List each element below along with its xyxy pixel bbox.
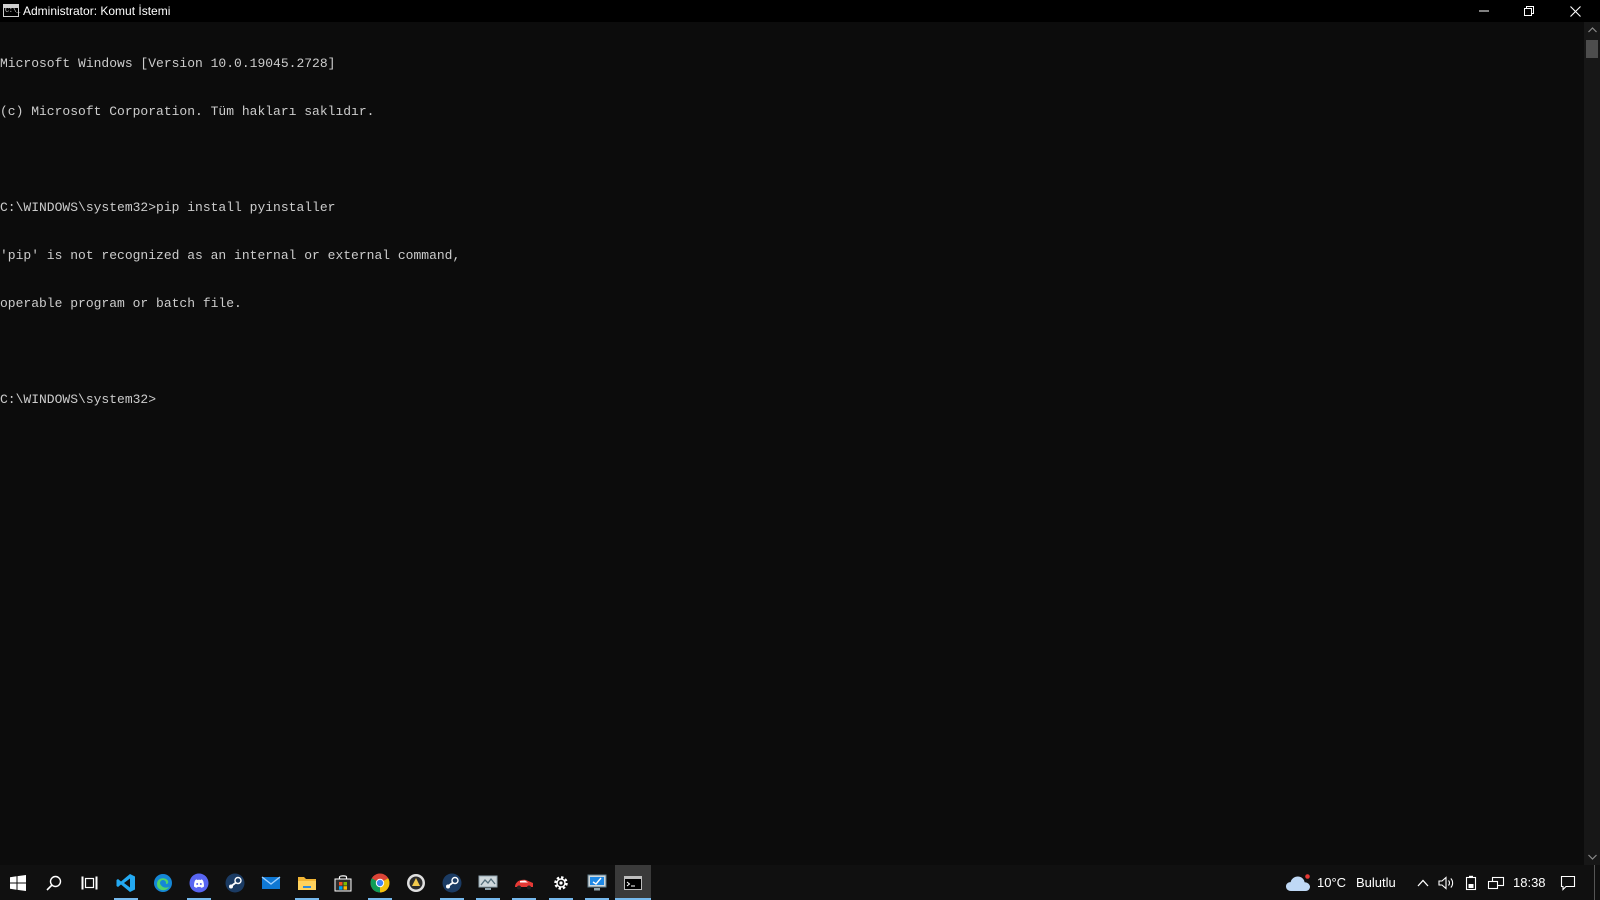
action-center-button[interactable] (1556, 865, 1580, 900)
console-line: (c) Microsoft Corporation. Tüm hakları s… (0, 104, 375, 119)
taskbar-app-racing-game[interactable] (506, 865, 542, 900)
taskbar-app-chrome[interactable] (362, 865, 398, 900)
vscode-icon (116, 873, 135, 892)
windows-start-icon (10, 874, 26, 891)
file-explorer-icon (298, 876, 316, 890)
mail-icon (261, 875, 281, 889)
taskbar-app-remote-desktop[interactable] (579, 865, 615, 900)
cloud-icon (1286, 873, 1310, 891)
taskbar-app-cmd[interactable] (615, 865, 651, 900)
search-icon (46, 875, 62, 891)
command-prompt-line[interactable]: C:\WINDOWS\system32> (0, 392, 460, 408)
game-launcher-icon (407, 873, 425, 892)
notification-icon (1560, 875, 1576, 891)
scroll-up-button[interactable] (1584, 22, 1600, 38)
weather-temperature[interactable]: 10°C (1317, 865, 1346, 900)
restore-icon (1524, 6, 1534, 16)
taskbar-app-steam[interactable] (217, 865, 253, 900)
window-title: Administrator: Komut İstemi (23, 4, 171, 18)
restore-button[interactable] (1506, 0, 1552, 22)
close-button[interactable] (1552, 0, 1598, 22)
network-monitor-icon (478, 875, 498, 890)
weather-condition[interactable]: Bulutlu (1356, 865, 1396, 900)
start-button[interactable] (0, 865, 36, 900)
cmd-icon: C:\_ (3, 4, 20, 17)
chevron-down-icon (1587, 854, 1597, 860)
network-button[interactable] (1485, 865, 1507, 900)
taskbar-app-network-monitor[interactable] (470, 865, 506, 900)
chevron-up-icon (1417, 879, 1429, 886)
show-desktop-button[interactable] (1594, 865, 1595, 900)
taskbar-app-store[interactable] (325, 865, 361, 900)
taskbar-app-steam-running[interactable] (434, 865, 470, 900)
taskbar-app-edge[interactable] (145, 865, 181, 900)
battery-icon (1465, 875, 1477, 890)
discord-icon (189, 873, 209, 892)
minimize-icon (1479, 10, 1489, 12)
cmd-icon (624, 875, 642, 890)
show-hidden-icons-button[interactable] (1413, 865, 1433, 900)
close-icon (1569, 5, 1581, 17)
console-output[interactable]: Microsoft Windows [Version 10.0.19045.27… (0, 22, 1584, 865)
search-button[interactable] (36, 865, 72, 900)
console-line: Microsoft Windows [Version 10.0.19045.27… (0, 56, 336, 71)
console-line: C:\WINDOWS\system32>pip install pyinstal… (0, 200, 336, 215)
remote-desktop-icon (587, 874, 607, 890)
task-view-button[interactable] (72, 865, 108, 900)
title-bar[interactable]: C:\_ Administrator: Komut İstemi (0, 0, 1600, 22)
vertical-scrollbar[interactable] (1584, 22, 1600, 865)
weather-widget-icon[interactable] (1284, 865, 1312, 900)
taskbar-app-mail[interactable] (253, 865, 289, 900)
cmd-icon-glyph: C:\_ (5, 7, 20, 15)
chrome-icon (370, 873, 390, 892)
taskbar-app-settings[interactable] (543, 865, 579, 900)
store-icon (334, 874, 352, 891)
task-view-icon (81, 876, 98, 889)
taskbar-app-game-launcher[interactable] (398, 865, 434, 900)
volume-icon (1438, 875, 1454, 890)
edge-icon (154, 873, 172, 892)
console-line: operable program or batch file. (0, 296, 242, 311)
console-line: 'pip' is not recognized as an internal o… (0, 248, 461, 263)
volume-button[interactable] (1436, 865, 1458, 900)
steam-icon (442, 873, 462, 892)
clock-time[interactable]: 18:38 (1513, 865, 1546, 900)
settings-gear-icon (554, 875, 568, 890)
steam-icon (225, 873, 245, 892)
taskbar-app-vscode[interactable] (108, 865, 144, 900)
chevron-up-icon (1587, 27, 1597, 33)
minimize-button[interactable] (1461, 0, 1507, 22)
taskbar-app-discord[interactable] (181, 865, 217, 900)
console-text: Microsoft Windows [Version 10.0.19045.27… (0, 24, 460, 440)
scroll-down-button[interactable] (1584, 849, 1600, 865)
scrollbar-thumb[interactable] (1586, 40, 1598, 58)
taskbar: 10°C Bulutlu 18:38 (0, 865, 1600, 900)
racing-game-icon (515, 879, 533, 889)
taskbar-app-file-explorer[interactable] (289, 865, 325, 900)
network-icon (1487, 876, 1505, 889)
battery-button[interactable] (1461, 865, 1481, 900)
